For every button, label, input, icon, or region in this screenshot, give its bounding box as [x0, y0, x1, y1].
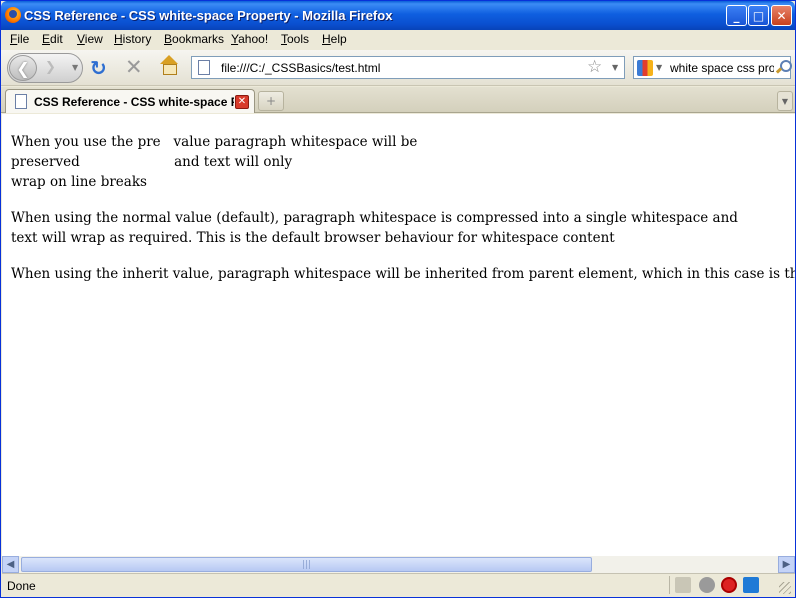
addon-icon[interactable] — [675, 577, 691, 593]
google-icon[interactable] — [637, 60, 653, 76]
new-tab-button[interactable]: + — [258, 91, 284, 111]
menu-history[interactable]: History — [114, 32, 151, 46]
maximize-button[interactable]: □ — [748, 5, 769, 26]
forward-button[interactable]: ❯ — [45, 60, 56, 75]
menu-bookmarks[interactable]: Bookmarks — [164, 32, 224, 46]
pre-paragraph: When you use the pre value paragraph whi… — [11, 134, 418, 190]
menu-help[interactable]: Help — [322, 32, 347, 46]
menu-edit[interactable]: Edit — [42, 32, 63, 46]
plugin-icon[interactable] — [699, 577, 715, 593]
menu-file[interactable]: File — [10, 32, 29, 46]
tab-list-button[interactable]: ▼ — [777, 91, 793, 111]
page-content: When you use the pre value paragraph whi… — [2, 114, 795, 556]
engine-dropdown-icon[interactable]: ▼ — [656, 63, 662, 72]
page-icon — [198, 60, 210, 75]
menu-yahoo[interactable]: Yahoo! — [231, 32, 268, 46]
page-icon — [15, 94, 27, 109]
normal-paragraph: When using the normal value (default), p… — [11, 210, 738, 246]
reload-button[interactable]: ↻ — [90, 56, 107, 80]
url-text[interactable]: file:///C:/_CSSBasics/test.html — [221, 61, 380, 75]
history-dropdown-icon[interactable]: ▼ — [72, 63, 78, 72]
tab-active[interactable]: CSS Reference - CSS white-space Property… — [5, 89, 255, 113]
status-bar: Done — [2, 573, 795, 597]
search-bar: ▼ — [633, 56, 792, 79]
resize-grip-icon[interactable] — [779, 582, 791, 594]
menu-bar: File Edit View History Bookmarks Yahoo! … — [1, 30, 795, 49]
scroll-thumb[interactable]: ||| — [21, 557, 592, 572]
horizontal-scrollbar[interactable]: ◀ ||| ▶ — [2, 556, 795, 573]
extension-icon[interactable] — [743, 577, 759, 593]
back-forward-group: ❮ ❯ ▼ — [7, 53, 83, 83]
title-bar[interactable]: CSS Reference - CSS white-space Property… — [1, 1, 795, 30]
address-bar[interactable]: file:///C:/_CSSBasics/test.html ☆ ▼ — [191, 56, 625, 79]
home-icon[interactable] — [158, 55, 180, 77]
bookmark-star-icon[interactable]: ☆ — [587, 57, 602, 77]
tab-strip: CSS Reference - CSS white-space Property… — [1, 87, 795, 113]
navigation-toolbar: ❮ ❯ ▼ ↻ ✕ file:///C:/_CSSBasics/test.htm… — [1, 50, 795, 86]
menu-view[interactable]: View — [77, 32, 103, 46]
status-separator — [669, 576, 670, 594]
firefox-icon — [5, 7, 21, 23]
tab-close-icon[interactable]: ✕ — [235, 95, 249, 109]
stop-button[interactable]: ✕ — [125, 55, 143, 79]
search-input[interactable] — [670, 59, 774, 76]
tab-label: CSS Reference - CSS white-space Property — [34, 95, 234, 109]
block-icon[interactable] — [721, 577, 737, 593]
inherit-paragraph: When using the inherit value, paragraph … — [11, 266, 795, 282]
status-text: Done — [7, 579, 36, 593]
close-button[interactable]: ✕ — [771, 5, 792, 26]
browser-window: CSS Reference - CSS white-space Property… — [0, 0, 796, 598]
back-button[interactable]: ❮ — [9, 55, 37, 81]
magnifier-icon[interactable] — [775, 59, 792, 75]
url-dropdown-icon[interactable]: ▼ — [612, 63, 618, 72]
window-title: CSS Reference - CSS white-space Property… — [24, 8, 393, 23]
scroll-left-button[interactable]: ◀ — [2, 556, 19, 573]
scroll-right-button[interactable]: ▶ — [778, 556, 795, 573]
minimize-button[interactable]: _ — [726, 5, 747, 26]
menu-tools[interactable]: Tools — [281, 32, 309, 46]
